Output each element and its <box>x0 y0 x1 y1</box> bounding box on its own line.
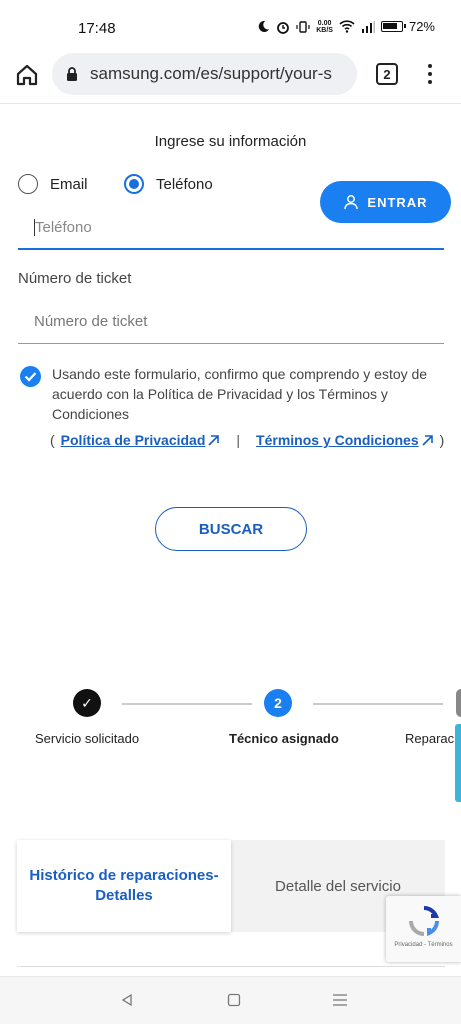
address-bar[interactable]: samsung.com/es/support/your-s <box>52 53 357 95</box>
search-button[interactable]: BUSCAR <box>155 507 307 551</box>
moon-icon <box>257 20 270 33</box>
home-icon[interactable] <box>14 62 40 88</box>
radio-email-circle[interactable] <box>18 174 38 194</box>
system-nav-bar <box>0 976 461 1024</box>
recaptcha-badge[interactable]: Privacidad - Términos <box>386 896 461 962</box>
radio-phone[interactable]: Teléfono <box>124 174 213 194</box>
ticket-label: Número de ticket <box>18 270 132 287</box>
side-feedback-tab[interactable] <box>455 724 461 802</box>
radio-email-label: Email <box>50 175 88 193</box>
tab-repair-history[interactable]: Histórico de reparaciones- Detalles <box>17 840 231 932</box>
phone-placeholder: Teléfono <box>35 218 92 236</box>
wifi-icon <box>339 20 355 33</box>
step-3-pending-marker <box>456 689 461 717</box>
vibrate-icon <box>296 20 310 34</box>
status-icons: 0.00 KB/S 72% <box>257 19 435 34</box>
step-3-label: Reparaci <box>405 731 458 746</box>
battery-icon <box>380 21 406 32</box>
consent-checkbox[interactable] <box>20 366 41 387</box>
recents-nav-icon[interactable] <box>332 993 348 1011</box>
section-divider <box>17 966 445 976</box>
back-nav-icon[interactable] <box>120 993 134 1011</box>
tab-switcher-button[interactable]: 2 <box>376 63 398 85</box>
net-speed: 0.00 KB/S <box>316 20 333 34</box>
recaptcha-icon <box>408 906 439 937</box>
alarm-icon <box>276 20 290 34</box>
radio-phone-label: Teléfono <box>156 175 213 193</box>
paren-close: ) <box>439 432 445 448</box>
step-1-label: Servicio solicitado <box>35 731 140 746</box>
battery-percent: 72% <box>408 19 435 34</box>
ticket-placeholder: Número de ticket <box>34 313 148 330</box>
browser-toolbar: samsung.com/es/support/your-s 2 <box>0 48 461 104</box>
terms-link-label: Términos y Condiciones <box>256 432 419 448</box>
link-separator: | <box>236 432 241 448</box>
external-link-icon <box>208 434 220 446</box>
step-connector <box>313 703 443 705</box>
phone-input[interactable]: Teléfono <box>18 206 444 250</box>
form-title: Ingrese su información <box>154 133 307 150</box>
signal-icon <box>361 20 375 33</box>
radio-email[interactable]: Email <box>18 174 88 194</box>
terms-link[interactable]: Términos y Condiciones <box>256 432 434 448</box>
step-1-done-marker: ✓ <box>73 689 101 717</box>
privacy-link[interactable]: Política de Privacidad <box>61 432 221 448</box>
ticket-input[interactable]: Número de ticket <box>18 300 444 344</box>
url-text: samsung.com/es/support/your-s <box>90 64 332 83</box>
step-2-label: Técnico asignado <box>229 731 339 746</box>
privacy-link-label: Política de Privacidad <box>60 432 206 448</box>
radio-phone-circle[interactable] <box>124 174 144 194</box>
external-link-icon <box>422 434 433 446</box>
paren-open: ( <box>50 432 55 448</box>
recaptcha-text: Privacidad - Términos <box>394 942 453 948</box>
step-2-current-marker: 2 <box>264 689 292 717</box>
legal-links: ( Política de Privacidad | Términos y Co… <box>50 432 444 448</box>
consent-text: Usando este formulario, confirmo que com… <box>52 366 428 422</box>
lock-icon <box>67 67 77 81</box>
step-connector <box>122 703 252 705</box>
net-speed-value: 0.00 <box>317 19 332 27</box>
status-time: 17:48 <box>78 20 116 37</box>
home-nav-icon[interactable] <box>227 993 241 1011</box>
net-speed-unit: KB/S <box>316 26 333 34</box>
overflow-menu-icon[interactable] <box>422 62 438 86</box>
check-icon <box>24 372 37 382</box>
